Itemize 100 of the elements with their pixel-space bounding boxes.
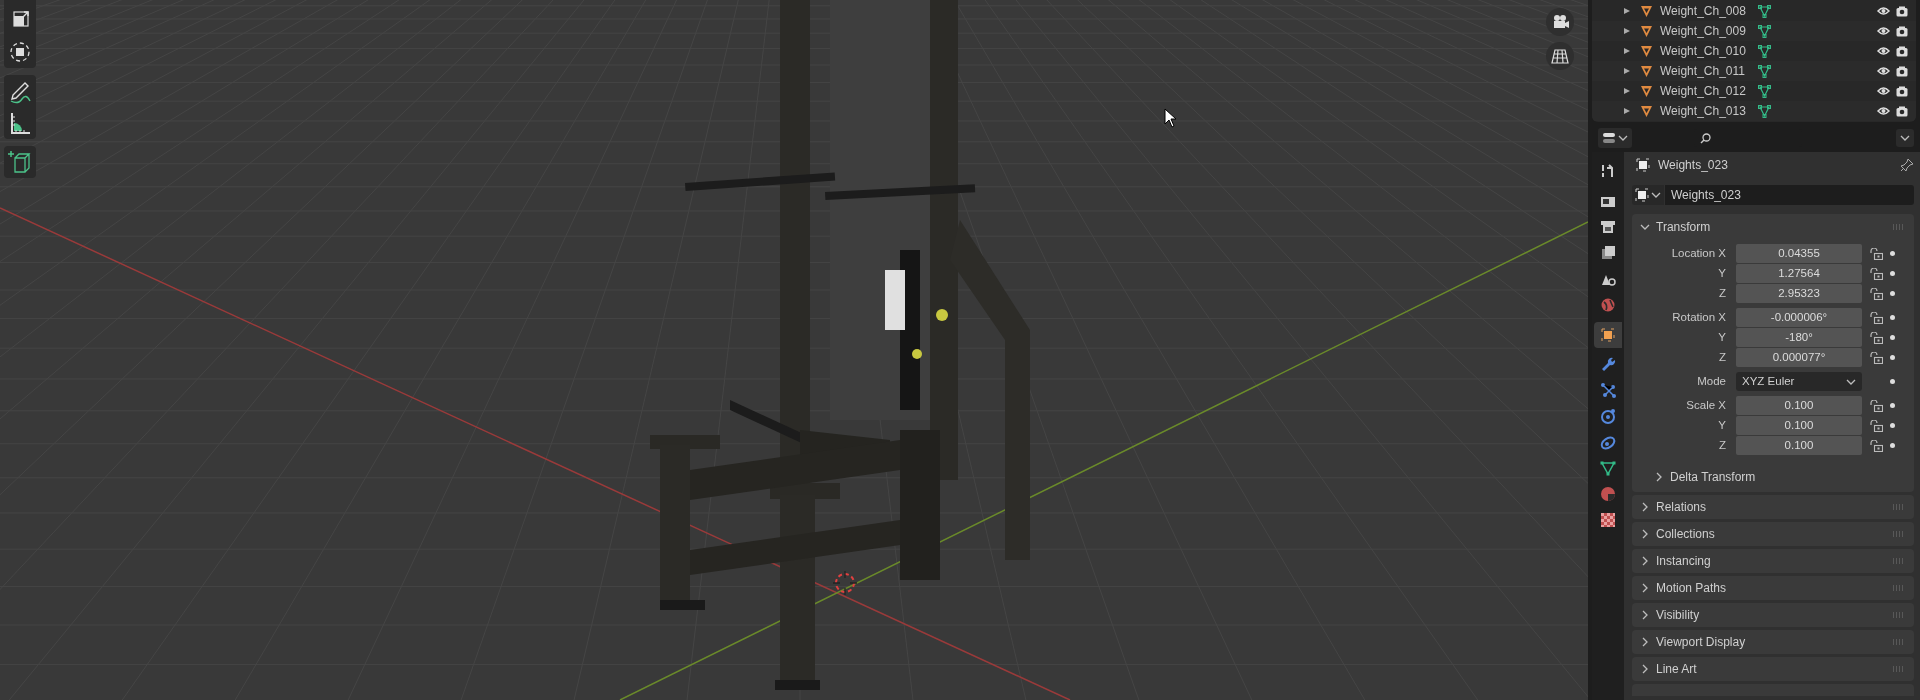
- mesh-data-icon[interactable]: [1758, 44, 1771, 58]
- camera-icon[interactable]: [1896, 45, 1908, 57]
- panel-header[interactable]: Visibility: [1632, 603, 1914, 627]
- panel-header[interactable]: Viewport Display: [1632, 630, 1914, 654]
- dropdown-caret-icon: [1618, 133, 1628, 143]
- number-field[interactable]: 0.04355: [1736, 244, 1862, 263]
- panel-header[interactable]: Relations: [1632, 495, 1914, 519]
- drag-handle-icon[interactable]: [1892, 558, 1906, 564]
- drag-handle-icon[interactable]: [1892, 585, 1906, 591]
- 3d-cursor-icon[interactable]: [833, 571, 857, 595]
- caret-icon: [1900, 133, 1910, 143]
- mesh-object-icon: [1640, 64, 1653, 78]
- field-label: Mode: [1696, 373, 1727, 389]
- object-name: Weight_Ch_011: [1660, 63, 1746, 80]
- eye-icon[interactable]: [1877, 6, 1890, 16]
- physics-tab-icon: [1599, 407, 1617, 425]
- field-label: Y: [1717, 265, 1727, 281]
- field-label: Rotation X: [1671, 309, 1727, 325]
- lock-icon[interactable]: [1869, 287, 1883, 300]
- texture-tab-icon: [1599, 511, 1617, 529]
- field-label: Z: [1717, 285, 1727, 301]
- eye-icon[interactable]: [1877, 26, 1890, 36]
- data-tab-icon: [1599, 459, 1617, 477]
- particles-tab-icon: [1599, 381, 1617, 399]
- number-field[interactable]: 0.100: [1736, 436, 1862, 455]
- object-name: Weight_Ch_012: [1660, 83, 1747, 100]
- eye-icon[interactable]: [1877, 106, 1890, 116]
- properties-tab[interactable]: [1594, 322, 1622, 348]
- panel-header[interactable]: Motion Paths: [1632, 576, 1914, 600]
- lock-icon[interactable]: [1869, 267, 1883, 280]
- object-name-field[interactable]: Weights_023: [1665, 185, 1914, 205]
- expand-arrow-icon[interactable]: [1624, 48, 1630, 54]
- grid-view-icon[interactable]: [1546, 42, 1574, 70]
- number-field[interactable]: 0.100: [1736, 416, 1862, 435]
- mode-dropdown[interactable]: XYZ Euler: [1736, 372, 1862, 391]
- drag-handle-icon[interactable]: [1892, 612, 1906, 618]
- object-name: Weight_Ch_013: [1660, 103, 1747, 120]
- expand-arrow-icon[interactable]: [1624, 28, 1630, 34]
- subpanel-header[interactable]: Delta Transform: [1632, 464, 1914, 490]
- lock-icon[interactable]: [1869, 419, 1883, 432]
- camera-icon[interactable]: [1896, 85, 1908, 97]
- lock-icon[interactable]: [1869, 399, 1883, 412]
- drag-handle-icon[interactable]: [1892, 639, 1906, 645]
- field-label: Scale X: [1685, 397, 1727, 413]
- camera-icon[interactable]: [1896, 5, 1908, 17]
- mesh-data-icon[interactable]: [1758, 104, 1771, 118]
- panel-header[interactable]: Line Art: [1632, 657, 1914, 681]
- properties-editor-icon: [1602, 131, 1616, 145]
- eye-icon[interactable]: [1877, 66, 1890, 76]
- expand-arrow-icon[interactable]: [1624, 88, 1630, 94]
- number-field[interactable]: -180°: [1736, 328, 1862, 347]
- object-name: Weights_023: [1658, 157, 1728, 174]
- number-field[interactable]: 0.000077°: [1736, 348, 1862, 367]
- mesh-object-icon: [1640, 104, 1653, 118]
- lock-icon[interactable]: [1869, 247, 1883, 260]
- object-name: Weight_Ch_009: [1660, 23, 1747, 40]
- lock-icon[interactable]: [1869, 351, 1883, 364]
- add-cube-tool-icon[interactable]: [4, 146, 36, 178]
- lock-icon[interactable]: [1869, 439, 1883, 452]
- drag-handle-icon[interactable]: [1892, 504, 1906, 510]
- field-label: Y: [1717, 329, 1727, 345]
- drag-handle-icon[interactable]: [1892, 666, 1906, 672]
- mesh-data-icon[interactable]: [1758, 24, 1771, 38]
- expand-arrow-icon[interactable]: [1624, 68, 1630, 74]
- mesh-object-icon: [1640, 24, 1653, 38]
- material-tab-icon: [1599, 485, 1617, 503]
- number-field[interactable]: 2.95323: [1736, 284, 1862, 303]
- camera-view-icon[interactable]: [1546, 8, 1574, 36]
- lock-icon[interactable]: [1869, 311, 1883, 324]
- lock-icon[interactable]: [1869, 331, 1883, 344]
- object-icon: [1635, 188, 1649, 202]
- panel-header[interactable]: Collections: [1632, 522, 1914, 546]
- editor-type-button[interactable]: [1598, 128, 1632, 148]
- object-type-button[interactable]: [1632, 185, 1664, 205]
- panel-header[interactable]: Instancing: [1632, 549, 1914, 573]
- mesh-object-icon: [1640, 4, 1653, 18]
- number-field[interactable]: 0.100: [1736, 396, 1862, 415]
- camera-icon[interactable]: [1896, 25, 1908, 37]
- search-icon: [1700, 132, 1711, 144]
- panel-title: Transform: [1656, 219, 1711, 236]
- number-field[interactable]: 1.27564: [1736, 264, 1862, 283]
- mesh-data-icon[interactable]: [1758, 84, 1771, 98]
- view-layer-tab-icon: [1599, 244, 1617, 262]
- number-field[interactable]: -0.000006°: [1736, 308, 1862, 327]
- drag-handle-icon[interactable]: [1892, 531, 1906, 537]
- pin-icon[interactable]: [1900, 158, 1914, 172]
- eye-icon[interactable]: [1877, 86, 1890, 96]
- object-icon: [1636, 158, 1650, 172]
- mesh-object-icon: [1640, 84, 1653, 98]
- panel-header[interactable]: Transform: [1632, 214, 1914, 240]
- mesh-data-icon[interactable]: [1758, 4, 1771, 18]
- eye-icon[interactable]: [1877, 46, 1890, 56]
- mesh-data-icon[interactable]: [1758, 64, 1771, 78]
- expand-arrow-icon[interactable]: [1624, 8, 1630, 14]
- camera-icon[interactable]: [1896, 105, 1908, 117]
- camera-icon[interactable]: [1896, 65, 1908, 77]
- options-dropdown-button[interactable]: [1896, 129, 1914, 147]
- expand-arrow-icon[interactable]: [1624, 108, 1630, 114]
- drag-handle-icon[interactable]: [1892, 224, 1906, 230]
- field-label: Z: [1717, 349, 1727, 365]
